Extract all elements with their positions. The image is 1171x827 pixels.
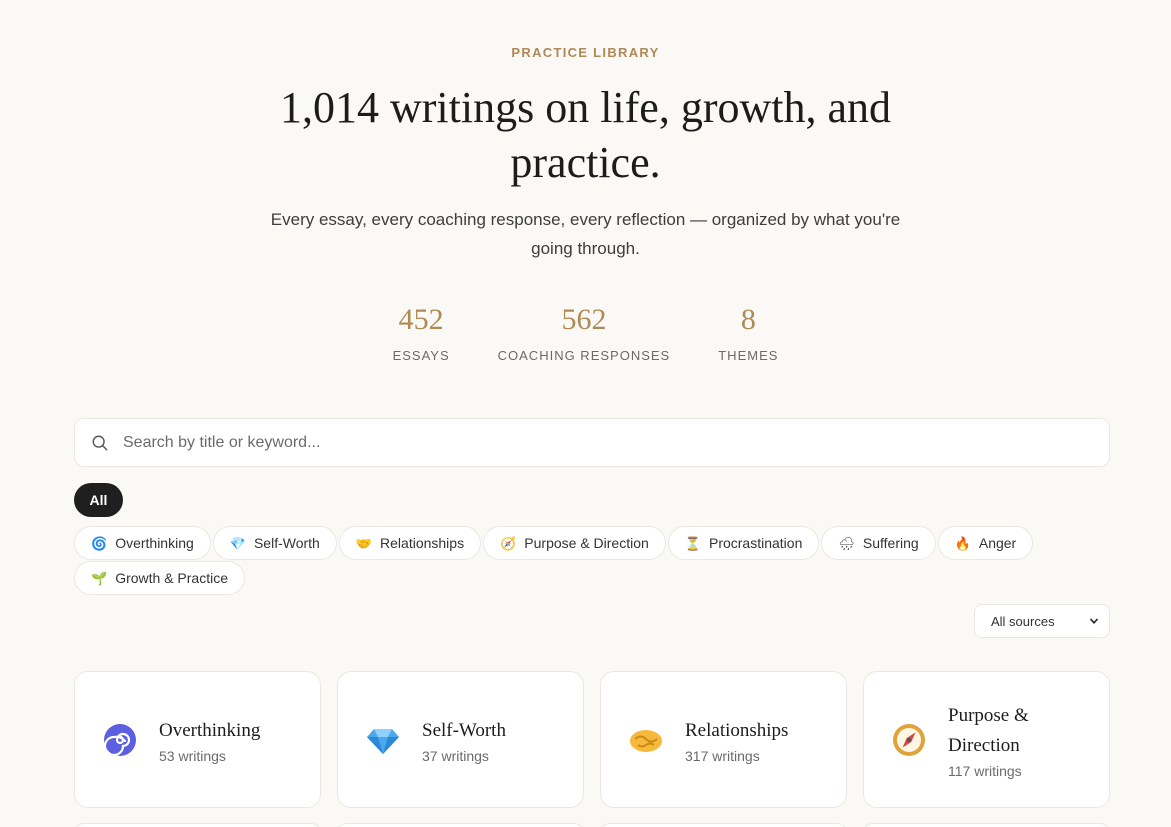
gem-icon (367, 728, 399, 754)
gem-icon: 💎 (229, 535, 246, 551)
card-count: 317 writings (685, 747, 760, 764)
search-bar[interactable] (74, 418, 1110, 467)
filter-chips: 🌀 Overthinking 💎 Self-Worth 🤝 Relationsh… (74, 526, 1074, 595)
stat-value: 8 (740, 303, 756, 336)
chip-label: Growth & Practice (115, 570, 229, 586)
chip-label: Relationships (380, 535, 465, 551)
filter-chip-suffering[interactable]: 🌧 Suffering (821, 526, 936, 560)
spiral-icon (103, 723, 136, 756)
card-placeholder (337, 823, 584, 827)
filter-chip-growth-practice[interactable]: 🌱 Growth & Practice (74, 561, 246, 595)
compass-icon: 🧭 (500, 535, 517, 551)
card-count: 117 writings (948, 762, 1022, 779)
stat-coaching-responses: 562 COACHING RESPONSES (498, 300, 671, 363)
theme-card-purpose-direction[interactable]: Purpose & Direction 117 writings (863, 671, 1110, 808)
stat-essays: 452 ESSAYS (393, 300, 450, 363)
card-placeholder (863, 823, 1110, 827)
stat-value: 562 (561, 303, 607, 336)
chip-label: Procrastination (708, 535, 803, 551)
stat-label: THEMES (718, 348, 779, 363)
stat-value: 452 (398, 303, 444, 336)
chip-label: Anger (978, 535, 1017, 551)
card-count: 53 writings (159, 747, 226, 764)
sources-select[interactable]: All sources (974, 604, 1110, 638)
handshake-icon (630, 729, 662, 752)
seedling-icon: 🌱 (91, 570, 108, 586)
chip-label: Purpose & Direction (524, 535, 649, 551)
card-placeholder (74, 823, 321, 827)
theme-card-self-worth[interactable]: Self-Worth 37 writings (337, 671, 584, 808)
stat-themes: 8 THEMES (718, 300, 778, 363)
card-title: Self-Worth (422, 719, 506, 741)
filter-chip-procrastination[interactable]: ⏳ Procrastination (667, 526, 820, 560)
stat-label: ESSAYS (392, 348, 450, 363)
card-title: Relationships (685, 719, 789, 741)
fire-icon: 🔥 (954, 535, 971, 551)
hourglass-icon: ⏳ (684, 535, 701, 551)
chip-label: Overthinking (115, 535, 194, 551)
theme-cards: Overthinking 53 writings Self-Worth 37 w… (74, 671, 1110, 808)
chevron-down-icon (1089, 618, 1099, 624)
card-title: Purpose & Direction (948, 704, 1029, 756)
search-input[interactable] (123, 433, 1023, 452)
filter-chip-anger[interactable]: 🔥 Anger (937, 526, 1034, 560)
stats-row: 452 ESSAYS 562 COACHING RESPONSES 8 THEM… (0, 300, 1171, 363)
stat-label: COACHING RESPONSES (497, 348, 671, 363)
chip-label: Suffering (862, 535, 919, 551)
filter-chip-overthinking[interactable]: 🌀 Overthinking (74, 526, 211, 560)
handshake-icon: 🤝 (355, 535, 373, 551)
chip-label: Self-Worth (253, 535, 320, 551)
sources-select-value: All sources (991, 613, 1055, 629)
theme-card-overthinking[interactable]: Overthinking 53 writings (74, 671, 321, 808)
card-title: Overthinking (159, 719, 261, 741)
card-placeholder (600, 823, 847, 827)
page-subtitle: Every essay, every coaching response, ev… (270, 210, 901, 258)
eyebrow-label: PRACTICE LIBRARY (511, 45, 660, 60)
next-card-row (74, 823, 1110, 827)
page-title: 1,014 writings on life, growth, and prac… (279, 83, 892, 187)
filter-chip-purpose-direction[interactable]: 🧭 Purpose & Direction (483, 526, 666, 560)
theme-card-relationships[interactable]: Relationships 317 writings (600, 671, 847, 808)
spiral-icon: 🌀 (91, 535, 108, 551)
filter-chip-all[interactable]: All (74, 483, 123, 517)
search-icon (92, 435, 108, 450)
compass-icon (893, 723, 925, 756)
card-count: 37 writings (422, 747, 489, 764)
rain-cloud-icon: 🌧 (838, 535, 855, 551)
filter-chip-self-worth[interactable]: 💎 Self-Worth (212, 526, 337, 560)
filter-chip-relationships[interactable]: 🤝 Relationships (338, 526, 482, 560)
